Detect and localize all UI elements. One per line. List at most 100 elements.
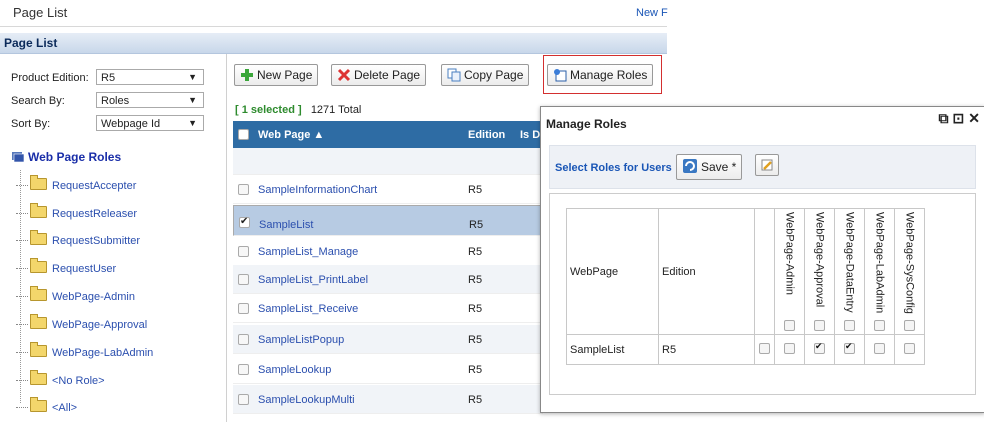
table-row[interactable]: SampleLookup R5	[233, 355, 543, 384]
col-edition-header[interactable]: Edition	[468, 129, 505, 141]
role-checkbox-approval[interactable]	[814, 341, 825, 354]
role-column-sysconfig: WebPage-SysConfig	[894, 208, 925, 335]
row-webpage[interactable]: SampleList_Manage	[258, 246, 358, 258]
row-checkbox[interactable]	[238, 274, 249, 285]
close-icon[interactable]: ✕	[968, 110, 980, 126]
folder-icon	[30, 175, 47, 190]
delete-page-button[interactable]: Delete Page	[331, 64, 427, 86]
tree-item-webpage-approval[interactable]: WebPage-Approval	[16, 314, 148, 331]
table-row[interactable]: SampleInformationChart R5	[233, 175, 543, 204]
restore-icon[interactable]: ⧉	[939, 110, 949, 126]
tree-item-webpage-labadmin[interactable]: WebPage-LabAdmin	[16, 342, 153, 359]
row-webpage[interactable]: SampleListPopup	[258, 334, 344, 346]
folder-icon	[30, 286, 47, 301]
folder-icon	[30, 230, 47, 245]
tree-item-requestsubmitter[interactable]: RequestSubmitter	[16, 230, 141, 247]
role-column-checkbox[interactable]	[874, 320, 885, 331]
role-checkbox-dataentry[interactable]	[844, 341, 855, 354]
plus-icon	[241, 69, 253, 81]
product-edition-value: R5	[101, 72, 116, 84]
row-webpage[interactable]: SampleList_Receive	[258, 303, 358, 315]
edit-button[interactable]	[755, 154, 779, 176]
role-checkbox-labadmin[interactable]	[874, 342, 885, 354]
row-checkbox[interactable]	[238, 394, 249, 405]
row-edition: R5	[468, 274, 483, 286]
maximize-icon[interactable]: ⊡	[953, 110, 965, 126]
col-isd-header[interactable]: Is D	[520, 129, 540, 141]
section-bar: Page List	[0, 33, 667, 54]
tree-item-requestuser[interactable]: RequestUser	[16, 258, 116, 275]
role-column-admin: WebPage-Admin	[774, 208, 805, 335]
row-webpage[interactable]: SampleInformationChart	[258, 184, 377, 196]
row-select-checkbox[interactable]	[759, 342, 770, 354]
tree-item-requestaccepter[interactable]: RequestAccepter	[16, 175, 136, 192]
delete-x-icon	[337, 68, 351, 82]
role-header-label: WebPage-LabAdmin	[873, 212, 886, 314]
search-by-select[interactable]: Roles ▼	[96, 92, 204, 108]
tree-connector	[20, 170, 21, 403]
row-webpage[interactable]: SampleList	[259, 217, 313, 233]
new-link[interactable]: New F	[636, 7, 670, 19]
table-row[interactable]: SampleList_Manage R5	[233, 237, 543, 266]
col-webpage-header: WebPage	[566, 208, 659, 335]
row-webpage[interactable]: SampleLookupMulti	[258, 394, 355, 406]
tree-root-label: Web Page Roles	[28, 150, 122, 164]
role-row: SampleList R5	[566, 334, 925, 365]
delete-page-label: Delete Page	[354, 68, 421, 82]
total-count: 1271 Total	[310, 104, 362, 116]
new-page-button[interactable]: New Page	[234, 64, 319, 86]
dropdown-arrow-icon: ▼	[188, 95, 197, 105]
tree-item-label: RequestSubmitter	[52, 235, 141, 247]
row-checkbox[interactable]	[238, 303, 249, 314]
row-checkbox[interactable]	[238, 184, 249, 195]
tree-root[interactable]: Web Page Roles	[12, 150, 121, 164]
row-webpage[interactable]: SampleLookup	[258, 364, 331, 376]
tree-item-all[interactable]: <All>	[16, 397, 77, 414]
row-edition: R5	[468, 184, 483, 196]
role-header-label: WebPage-DataEntry	[843, 212, 856, 313]
panel-divider	[226, 54, 227, 422]
role-checkbox-sysconfig[interactable]	[904, 342, 915, 354]
role-column-checkbox[interactable]	[784, 320, 795, 331]
tree-item-label: WebPage-Approval	[52, 319, 148, 331]
role-column-checkbox[interactable]	[844, 320, 855, 331]
table-row-selected[interactable]: ✔ SampleList R5	[233, 205, 543, 236]
select-all-checkbox[interactable]	[238, 129, 249, 140]
role-column-approval: WebPage-Approval	[804, 208, 835, 335]
dropdown-arrow-icon: ▼	[188, 72, 197, 82]
product-edition-select[interactable]: R5 ▼	[96, 69, 204, 85]
table-row[interactable]: SampleLookupMulti R5	[233, 385, 543, 414]
row-webpage[interactable]: SampleList_PrintLabel	[258, 274, 368, 286]
sort-by-select[interactable]: Webpage Id ▼	[96, 115, 204, 131]
row-checkbox[interactable]	[238, 246, 249, 257]
role-header-label: WebPage-Admin	[783, 212, 796, 295]
save-button[interactable]: Save *	[676, 154, 743, 180]
role-checkbox-admin[interactable]	[784, 342, 795, 354]
row-checkbox[interactable]	[238, 364, 249, 375]
save-icon	[683, 159, 697, 173]
row-checkbox-checked[interactable]: ✔	[239, 216, 250, 228]
table-header: Web Page ▲ Edition Is D	[233, 121, 543, 148]
select-all-column	[754, 208, 775, 335]
new-page-label: New Page	[257, 68, 313, 82]
roles-grid-panel: WebPage Edition WebPage-Admin WebPage-Ap…	[549, 193, 976, 395]
row-checkbox[interactable]	[238, 334, 249, 345]
copy-page-button[interactable]: Copy Page	[441, 64, 530, 86]
section-title: Page List	[4, 36, 58, 50]
col-webpage-header[interactable]: Web Page ▲	[258, 129, 324, 141]
sort-by-label: Sort By:	[11, 118, 51, 130]
table-row[interactable]: SampleList_Receive R5	[233, 294, 543, 323]
role-column-checkbox[interactable]	[814, 320, 825, 331]
tree-item-no-role[interactable]: <No Role>	[16, 370, 105, 387]
table-row[interactable]: SampleListPopup R5	[233, 325, 543, 354]
tree-item-label: RequestReleaser	[52, 208, 137, 220]
tree-item-requestreleaser[interactable]: RequestReleaser	[16, 203, 137, 220]
sort-by-value: Webpage Id	[101, 118, 161, 130]
search-by-value: Roles	[101, 95, 130, 107]
tree-item-label: WebPage-Admin	[52, 291, 135, 303]
row-edition: R5	[469, 219, 484, 231]
role-column-checkbox[interactable]	[904, 320, 915, 331]
table-row[interactable]: SampleList_PrintLabel R5	[233, 265, 543, 294]
tree-item-webpage-admin[interactable]: WebPage-Admin	[16, 286, 135, 303]
row-edition: R5	[468, 364, 483, 376]
